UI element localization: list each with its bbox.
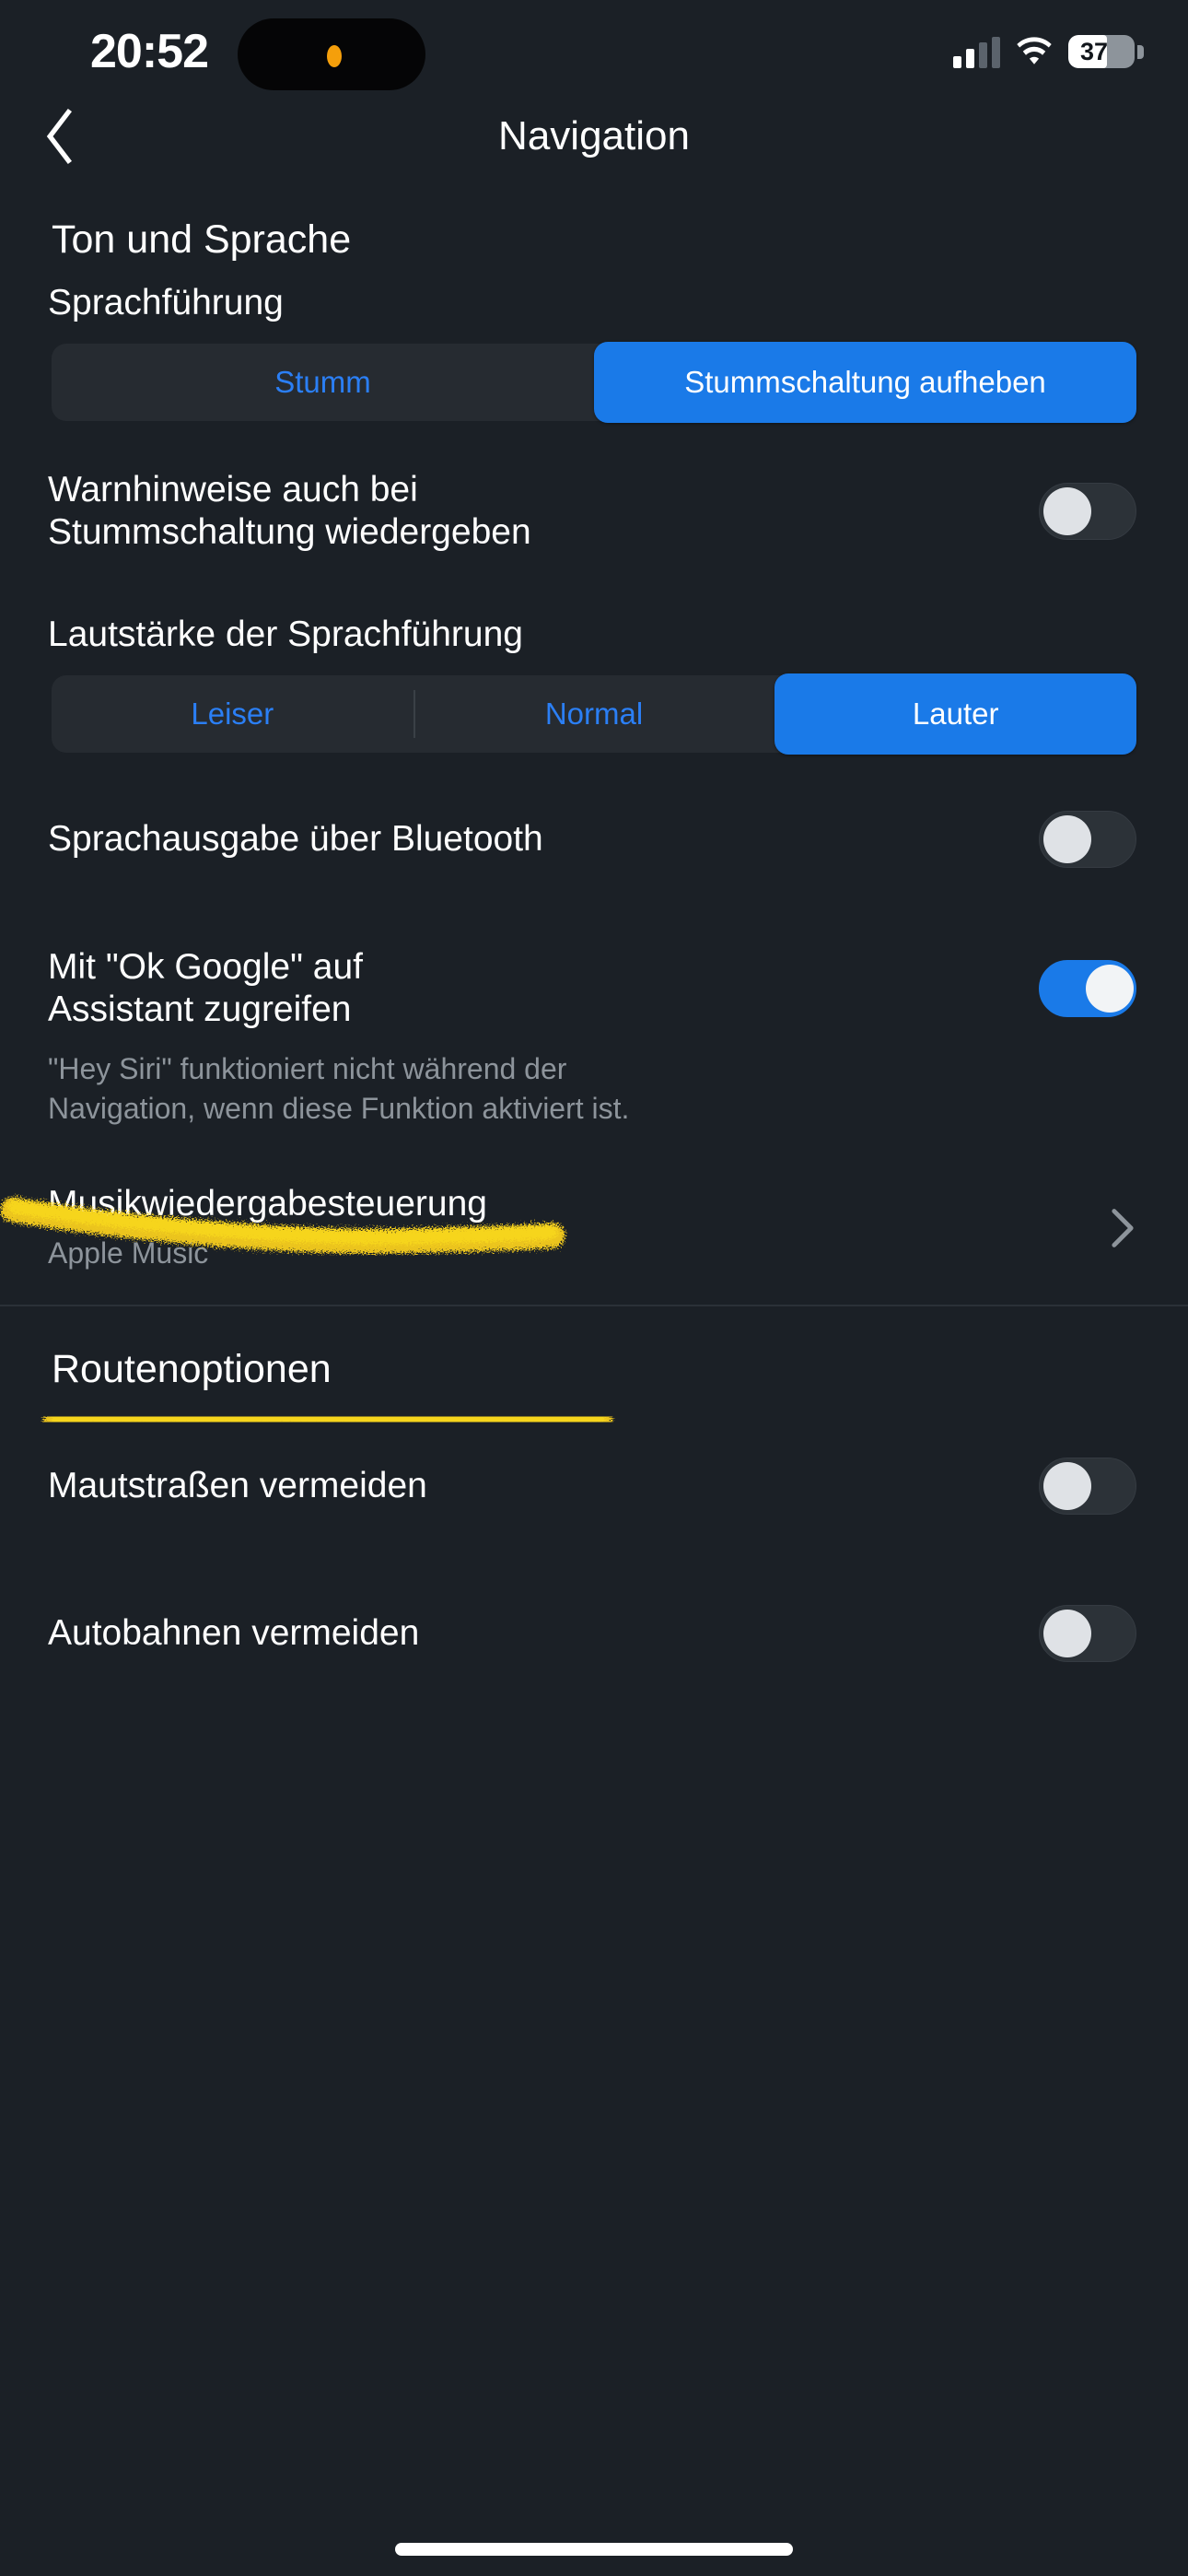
row-music-playback[interactable]: Musikwiedergabesteuerung Apple Music	[0, 1183, 1188, 1273]
home-indicator	[395, 2543, 793, 2556]
row-avoid-highways-label: Autobahnen vermeiden	[48, 1612, 420, 1653]
recording-indicator-dot	[327, 45, 342, 67]
row-bluetooth-audio-text: Sprachausgabe über Bluetooth	[48, 818, 1039, 861]
segment-lauter-label: Lauter	[912, 697, 999, 731]
toggle-avoid-tolls[interactable]	[1039, 1457, 1136, 1515]
toggle-bluetooth-audio[interactable]	[1039, 811, 1136, 868]
segment-normal-label: Normal	[544, 697, 644, 731]
toggle-ok-google[interactable]	[1039, 960, 1136, 1017]
ok-google-caption: "Hey Siri" funktioniert nicht während de…	[0, 1049, 1188, 1128]
row-bluetooth-audio[interactable]: Sprachausgabe über Bluetooth	[0, 795, 1188, 884]
row-ok-google-line1: Mit "Ok Google" auf	[48, 946, 363, 987]
row-ok-google-text: Mit "Ok Google" auf Assistant zugreifen	[48, 946, 1039, 1031]
cellular-signal-icon	[953, 37, 1000, 68]
row-alerts-when-muted-line1: Warnhinweise auch bei	[48, 469, 418, 509]
page-title: Navigation	[498, 113, 690, 158]
row-avoid-tolls-label: Mautstraßen vermeiden	[48, 1465, 427, 1505]
row-avoid-highways-text: Autobahnen vermeiden	[48, 1612, 1039, 1655]
status-bar: 20:52 37	[0, 0, 1188, 111]
row-alerts-when-muted-line2: Stummschaltung wiedergeben	[48, 512, 531, 552]
row-music-playback-value: Apple Music	[48, 1236, 209, 1270]
toggle-knob	[1086, 965, 1134, 1013]
toggle-knob	[1043, 1461, 1091, 1510]
phone-screen: 20:52 37 Navigation Ton und Sprache Spra…	[0, 0, 1188, 2576]
voice-guidance-segmented-control[interactable]: Stumm Stummschaltung aufheben	[52, 342, 1136, 423]
status-bar-indicators: 37	[953, 26, 1144, 68]
row-bluetooth-audio-label: Sprachausgabe über Bluetooth	[48, 818, 543, 859]
ok-google-caption-line2: Navigation, wenn diese Funktion aktivier…	[48, 1091, 630, 1125]
section-divider	[0, 1304, 1188, 1306]
segment-stumm[interactable]: Stumm	[52, 344, 594, 421]
settings-content: Ton und Sprache Sprachführung Stumm Stum…	[0, 173, 1188, 1678]
row-alerts-when-muted[interactable]: Warnhinweise auch bei Stummschaltung wie…	[0, 467, 1188, 556]
section-heading-sound: Ton und Sprache	[52, 217, 352, 262]
segment-leiser-label: Leiser	[191, 697, 274, 731]
row-avoid-highways[interactable]: Autobahnen vermeiden	[0, 1589, 1188, 1678]
segment-lauter[interactable]: Lauter	[775, 673, 1137, 755]
segment-stummschaltung-aufheben-label: Stummschaltung aufheben	[684, 365, 1046, 399]
segment-stummschaltung-aufheben[interactable]: Stummschaltung aufheben	[594, 342, 1136, 423]
segment-normal[interactable]: Normal	[413, 675, 775, 753]
toggle-knob	[1043, 1609, 1091, 1657]
toggle-knob	[1043, 815, 1091, 863]
volume-segmented-control[interactable]: Leiser Normal Lauter	[52, 673, 1137, 755]
ok-google-caption-line1: "Hey Siri" funktioniert nicht während de…	[48, 1052, 567, 1085]
navigation-bar: Navigation	[0, 100, 1188, 173]
row-music-playback-text: Musikwiedergabesteuerung Apple Music	[48, 1183, 1109, 1273]
segment-leiser[interactable]: Leiser	[52, 675, 413, 753]
segment-stumm-label: Stumm	[274, 365, 371, 399]
chevron-right-icon	[1112, 1209, 1134, 1247]
row-avoid-tolls[interactable]: Mautstraßen vermeiden	[0, 1442, 1188, 1530]
section-heading-route: Routenoptionen	[52, 1346, 332, 1391]
battery-icon: 37	[1068, 35, 1144, 68]
row-ok-google[interactable]: Mit "Ok Google" auf Assistant zugreifen	[0, 944, 1188, 1033]
wifi-icon	[1017, 37, 1052, 64]
status-bar-time: 20:52	[90, 25, 209, 78]
row-music-playback-title: Musikwiedergabesteuerung	[48, 1184, 487, 1224]
toggle-alerts-when-muted[interactable]	[1039, 483, 1136, 540]
voice-guidance-label: Sprachführung	[48, 283, 284, 322]
row-alerts-when-muted-text: Warnhinweise auch bei Stummschaltung wie…	[48, 469, 1039, 554]
battery-percent-label: 37	[1079, 37, 1109, 65]
row-ok-google-line2: Assistant zugreifen	[48, 989, 352, 1029]
row-avoid-tolls-text: Mautstraßen vermeiden	[48, 1465, 1039, 1507]
toggle-avoid-highways[interactable]	[1039, 1604, 1136, 1662]
volume-label: Lautstärke der Sprachführung	[48, 615, 523, 654]
toggle-knob	[1043, 487, 1091, 535]
